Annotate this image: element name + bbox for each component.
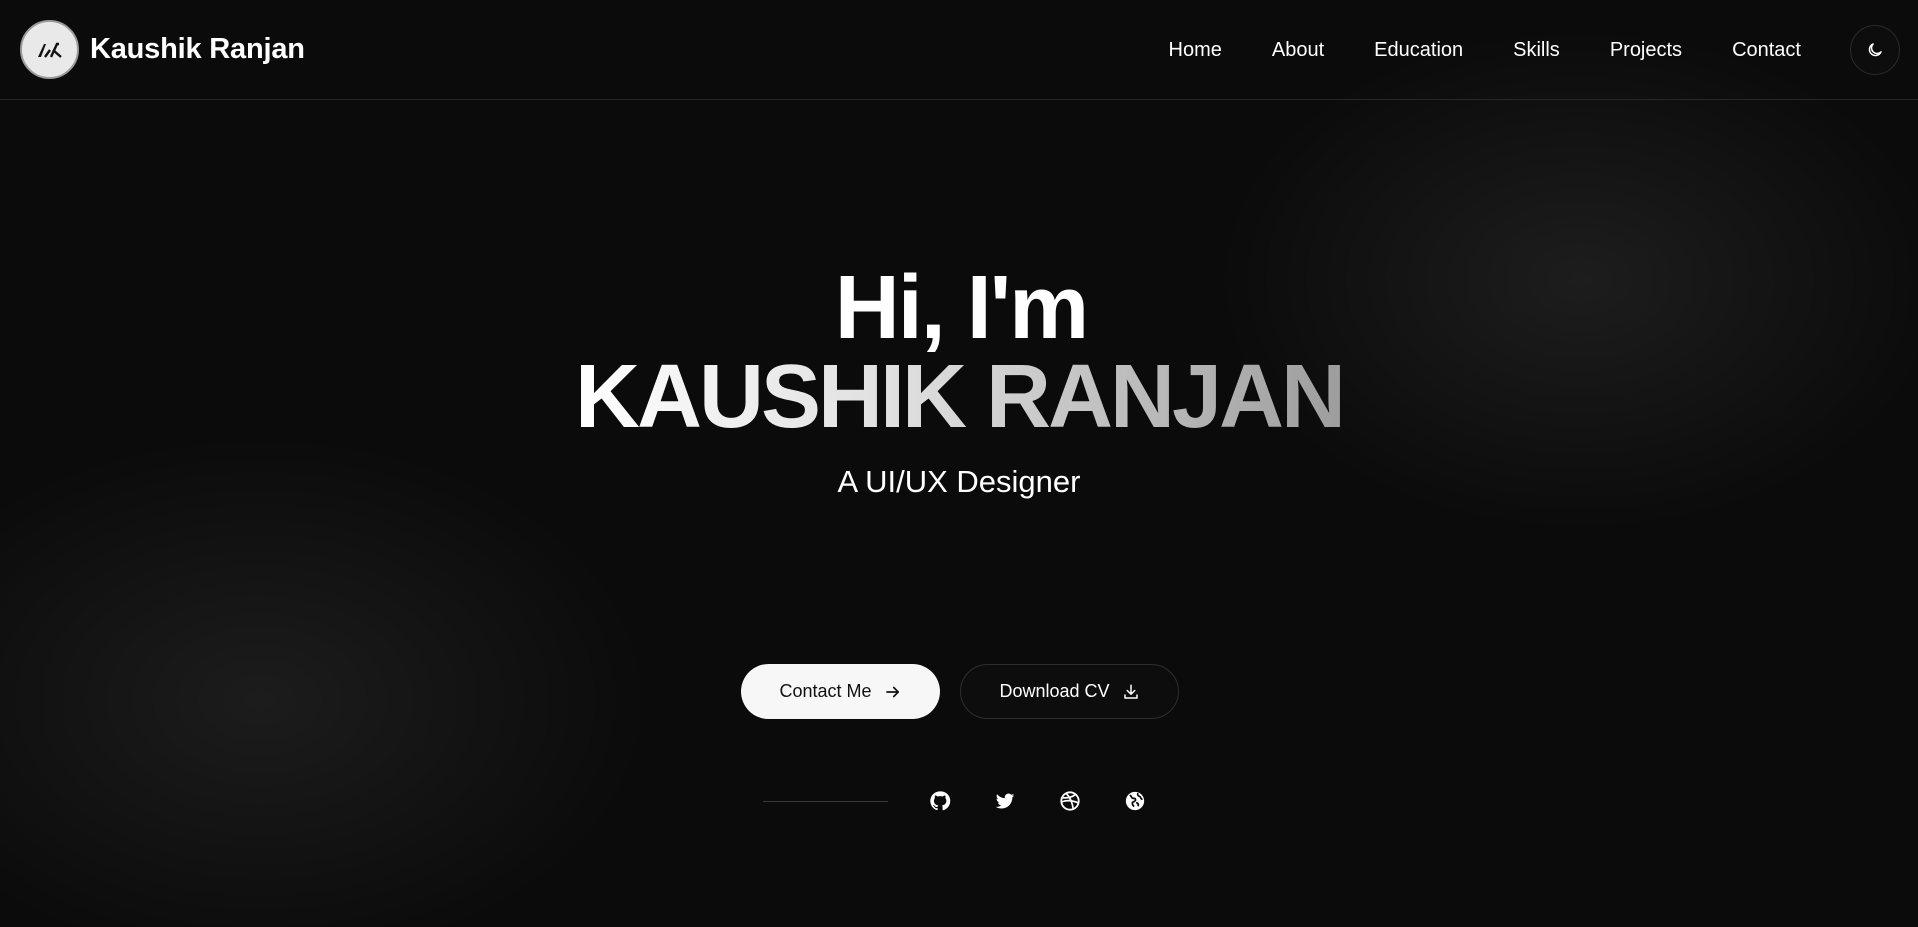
brand[interactable]: Kaushik Ranjan [20, 20, 305, 79]
arrow-right-icon [884, 683, 902, 701]
nav-skills[interactable]: Skills [1513, 39, 1560, 62]
page: Kaushik Ranjan Home About Education Skil… [0, 0, 1918, 927]
moon-icon [1868, 43, 1882, 57]
github-icon [930, 791, 951, 811]
brand-name[interactable]: Kaushik Ranjan [90, 33, 305, 66]
download-cv-label: Download CV [999, 681, 1110, 701]
logo-mark-icon [37, 42, 62, 58]
nav-contact[interactable]: Contact [1732, 39, 1801, 62]
site-header: Kaushik Ranjan Home About Education Skil… [0, 0, 1918, 100]
website-link[interactable] [1123, 789, 1147, 813]
main-nav: Home About Education Skills Projects Con… [1119, 0, 1801, 100]
nav-about[interactable]: About [1272, 39, 1324, 62]
download-icon [1122, 683, 1140, 701]
twitter-icon [995, 793, 1015, 809]
hero-name-wrapper: KAUSHIK RANJAN [0, 347, 1918, 447]
nav-home[interactable]: Home [1169, 39, 1222, 62]
nav-projects[interactable]: Projects [1610, 39, 1682, 62]
hero-greeting: Hi, I'm [834, 258, 1089, 358]
github-link[interactable] [928, 789, 952, 813]
nav-education[interactable]: Education [1374, 39, 1463, 62]
download-cv-button[interactable]: Download CV [960, 664, 1179, 719]
globe-icon [1125, 791, 1145, 811]
contact-me-button[interactable]: Contact Me [741, 664, 940, 719]
theme-toggle-button[interactable] [1850, 25, 1900, 75]
dribbble-link[interactable] [1058, 789, 1082, 813]
hero-role: A UI/UX Designer [837, 464, 1081, 499]
social-divider [763, 801, 888, 802]
twitter-link[interactable] [993, 789, 1017, 813]
logo[interactable] [20, 20, 79, 79]
dribbble-icon [1060, 791, 1080, 811]
hero-name: KAUSHIK RANJAN [574, 347, 1346, 447]
contact-me-label: Contact Me [779, 681, 872, 701]
